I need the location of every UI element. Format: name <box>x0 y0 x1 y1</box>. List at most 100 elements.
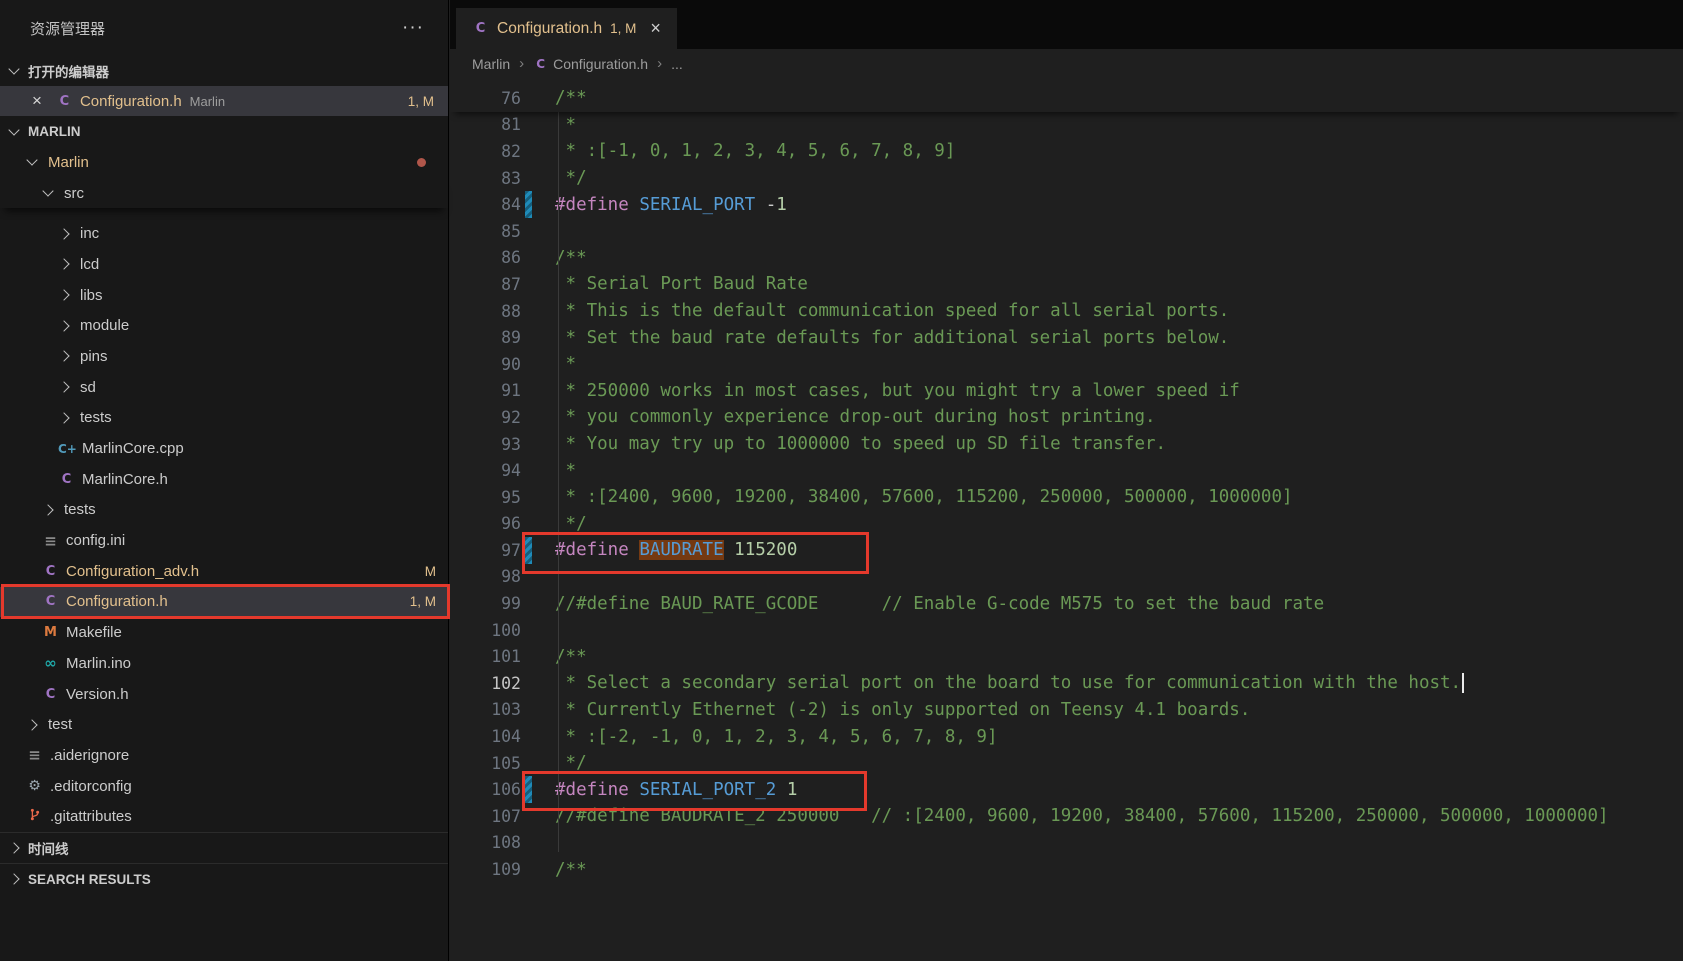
tree-folder-pins[interactable]: pins <box>0 341 448 372</box>
tree-file-aiderignore[interactable]: ≡.aiderignore <box>0 740 448 771</box>
tree-folder-libs[interactable]: libs <box>0 280 448 311</box>
breadcrumb-item-configuration-h[interactable]: C Configuration.h <box>533 56 648 72</box>
code-line-106[interactable]: 106#define SERIAL_PORT_2 1 <box>450 776 1683 803</box>
line-number: 85 <box>450 222 521 241</box>
tree-folder-sd[interactable]: sd <box>0 372 448 403</box>
breadcrumb-item-marlin[interactable]: Marlin <box>472 56 510 72</box>
tree-file-makefile[interactable]: M Makefile <box>0 617 448 648</box>
code-line-101[interactable]: 101/** <box>450 643 1683 670</box>
workspace-header[interactable]: MARLIN <box>0 116 448 147</box>
chevron-right-icon[interactable] <box>58 412 69 423</box>
code-line-83[interactable]: 83 */ <box>450 165 1683 192</box>
modified-dot-icon <box>417 158 426 167</box>
tree-file-marlincore-h[interactable]: CMarlinCore.h <box>0 464 448 495</box>
tree-item-label: MarlinCore.h <box>82 471 168 488</box>
code-line-98[interactable]: 98 <box>450 564 1683 591</box>
tree-folder-marlin[interactable]: Marlin <box>0 147 448 178</box>
breadcrumb-item-more[interactable]: ... <box>671 56 683 72</box>
search-results-label: SEARCH RESULTS <box>28 872 151 887</box>
code-line-107[interactable]: 107//#define BAUDRATE_2 250000 // :[2400… <box>450 803 1683 830</box>
line-number: 97 <box>450 541 521 560</box>
chevron-right-icon[interactable] <box>26 719 37 730</box>
chevron-right-icon[interactable] <box>58 289 69 300</box>
code-text: /** <box>555 860 587 880</box>
code-line-96[interactable]: 96 */ <box>450 511 1683 538</box>
gutter-spacer <box>525 617 532 644</box>
code-line-99[interactable]: 99//#define BAUD_RATE_GCODE // Enable G-… <box>450 590 1683 617</box>
tree-file-configuration-h[interactable]: CConfiguration.h1, M <box>0 587 448 618</box>
code-view[interactable]: 76/**81 *82 * :[-1, 0, 1, 2, 3, 4, 5, 6,… <box>450 78 1683 961</box>
sidebar-header: 资源管理器 ··· <box>0 0 448 56</box>
chevron-right-icon[interactable] <box>58 320 69 331</box>
code-line-102[interactable]: 102 * Select a secondary serial port on … <box>450 670 1683 697</box>
tree-folder-module[interactable]: module <box>0 310 448 341</box>
tree-folder-src[interactable]: src <box>0 178 448 209</box>
tree-file-version-h[interactable]: CVersion.h <box>0 679 448 710</box>
code-line-87[interactable]: 87 * Serial Port Baud Rate <box>450 271 1683 298</box>
code-line-85[interactable]: 85 <box>450 218 1683 245</box>
more-actions-icon[interactable]: ··· <box>402 23 424 33</box>
tree-file-editorconfig[interactable]: ⚙.editorconfig <box>0 771 448 802</box>
tree-folder-test[interactable]: test <box>0 709 448 740</box>
chevron-right-icon[interactable] <box>58 228 69 239</box>
tree-folder-lcd[interactable]: lcd <box>0 249 448 280</box>
chevron-right-icon[interactable] <box>58 351 69 362</box>
tree-item-label: Makefile <box>66 624 122 641</box>
code-line-92[interactable]: 92 * you commonly experience drop-out du… <box>450 404 1683 431</box>
timeline-header[interactable]: 时间线 <box>0 832 448 863</box>
code-text: //#define BAUD_RATE_GCODE // Enable G-co… <box>555 594 1324 614</box>
code-line-84[interactable]: 84#define SERIAL_PORT -1 <box>450 191 1683 218</box>
makefile-file-icon: M <box>42 625 59 640</box>
line-number: 101 <box>450 647 521 666</box>
line-number: 105 <box>450 754 521 773</box>
code-line-91[interactable]: 91 * 250000 works in most cases, but you… <box>450 378 1683 405</box>
chevron-down-icon[interactable] <box>42 185 53 196</box>
code-line-93[interactable]: 93 * You may try up to 1000000 to speed … <box>450 431 1683 458</box>
tab-configuration-h[interactable]: C Configuration.h 1, M × <box>456 8 677 49</box>
code-line-104[interactable]: 104 * :[-2, -1, 0, 1, 2, 3, 4, 5, 6, 7, … <box>450 723 1683 750</box>
search-results-header[interactable]: SEARCH RESULTS <box>0 863 448 894</box>
gutter-spacer <box>525 324 532 351</box>
close-editor-icon[interactable]: × <box>32 91 42 111</box>
tree-item-label: Marlin <box>48 154 89 171</box>
tree-file-config-ini[interactable]: ≡config.ini <box>0 525 448 556</box>
code-line-88[interactable]: 88 * This is the default communication s… <box>450 298 1683 325</box>
chevron-right-icon[interactable] <box>58 381 69 392</box>
close-tab-icon[interactable]: × <box>650 18 661 39</box>
code-line-76[interactable]: 76/** <box>450 85 1683 112</box>
line-number: 103 <box>450 700 521 719</box>
code-token: SERIAL_PORT_2 <box>639 780 776 800</box>
tree-file-marlin-ino[interactable]: ∞Marlin.ino <box>0 648 448 679</box>
tab-problems-badge: 1, M <box>610 21 636 36</box>
editor-area: C Configuration.h 1, M × Marlin › C Conf… <box>450 0 1683 961</box>
chevron-down-icon[interactable] <box>26 155 37 166</box>
code-token: /** <box>555 248 587 268</box>
code-line-94[interactable]: 94 * <box>450 457 1683 484</box>
open-editor-item[interactable]: × C Configuration.h Marlin 1, M <box>0 86 448 116</box>
code-line-95[interactable]: 95 * :[2400, 9600, 19200, 38400, 57600, … <box>450 484 1683 511</box>
code-line-100[interactable]: 100 <box>450 617 1683 644</box>
code-line-89[interactable]: 89 * Set the baud rate defaults for addi… <box>450 324 1683 351</box>
tree-folder-tests[interactable]: tests <box>0 403 448 434</box>
code-line-97[interactable]: 97#define BAUDRATE 115200 <box>450 537 1683 564</box>
code-line-86[interactable]: 86/** <box>450 245 1683 272</box>
tree-item-label: module <box>80 317 129 334</box>
code-line-90[interactable]: 90 * <box>450 351 1683 378</box>
tree-file-marlincore-cpp[interactable]: C+MarlinCore.cpp <box>0 433 448 464</box>
tree-file-configuration-adv-h[interactable]: CConfiguration_adv.hM <box>0 556 448 587</box>
code-line-108[interactable]: 108 <box>450 830 1683 857</box>
tree-folder-tests[interactable]: tests <box>0 495 448 526</box>
tree-item-label: Version.h <box>66 686 129 703</box>
code-line-82[interactable]: 82 * :[-1, 0, 1, 2, 3, 4, 5, 6, 7, 8, 9] <box>450 138 1683 165</box>
code-line-105[interactable]: 105 */ <box>450 750 1683 777</box>
gutter-spacer <box>525 218 532 245</box>
code-token: */ <box>555 753 587 773</box>
tree-folder-inc[interactable]: inc <box>0 218 448 249</box>
open-editors-header[interactable]: 打开的编辑器 <box>0 56 448 86</box>
code-line-81[interactable]: 81 * <box>450 112 1683 139</box>
code-line-103[interactable]: 103 * Currently Ethernet (-2) is only su… <box>450 697 1683 724</box>
tree-file-gitattributes[interactable]: .gitattributes <box>0 801 448 832</box>
code-line-109[interactable]: 109/** <box>450 856 1683 883</box>
chevron-right-icon[interactable] <box>42 504 53 515</box>
chevron-right-icon[interactable] <box>58 259 69 270</box>
